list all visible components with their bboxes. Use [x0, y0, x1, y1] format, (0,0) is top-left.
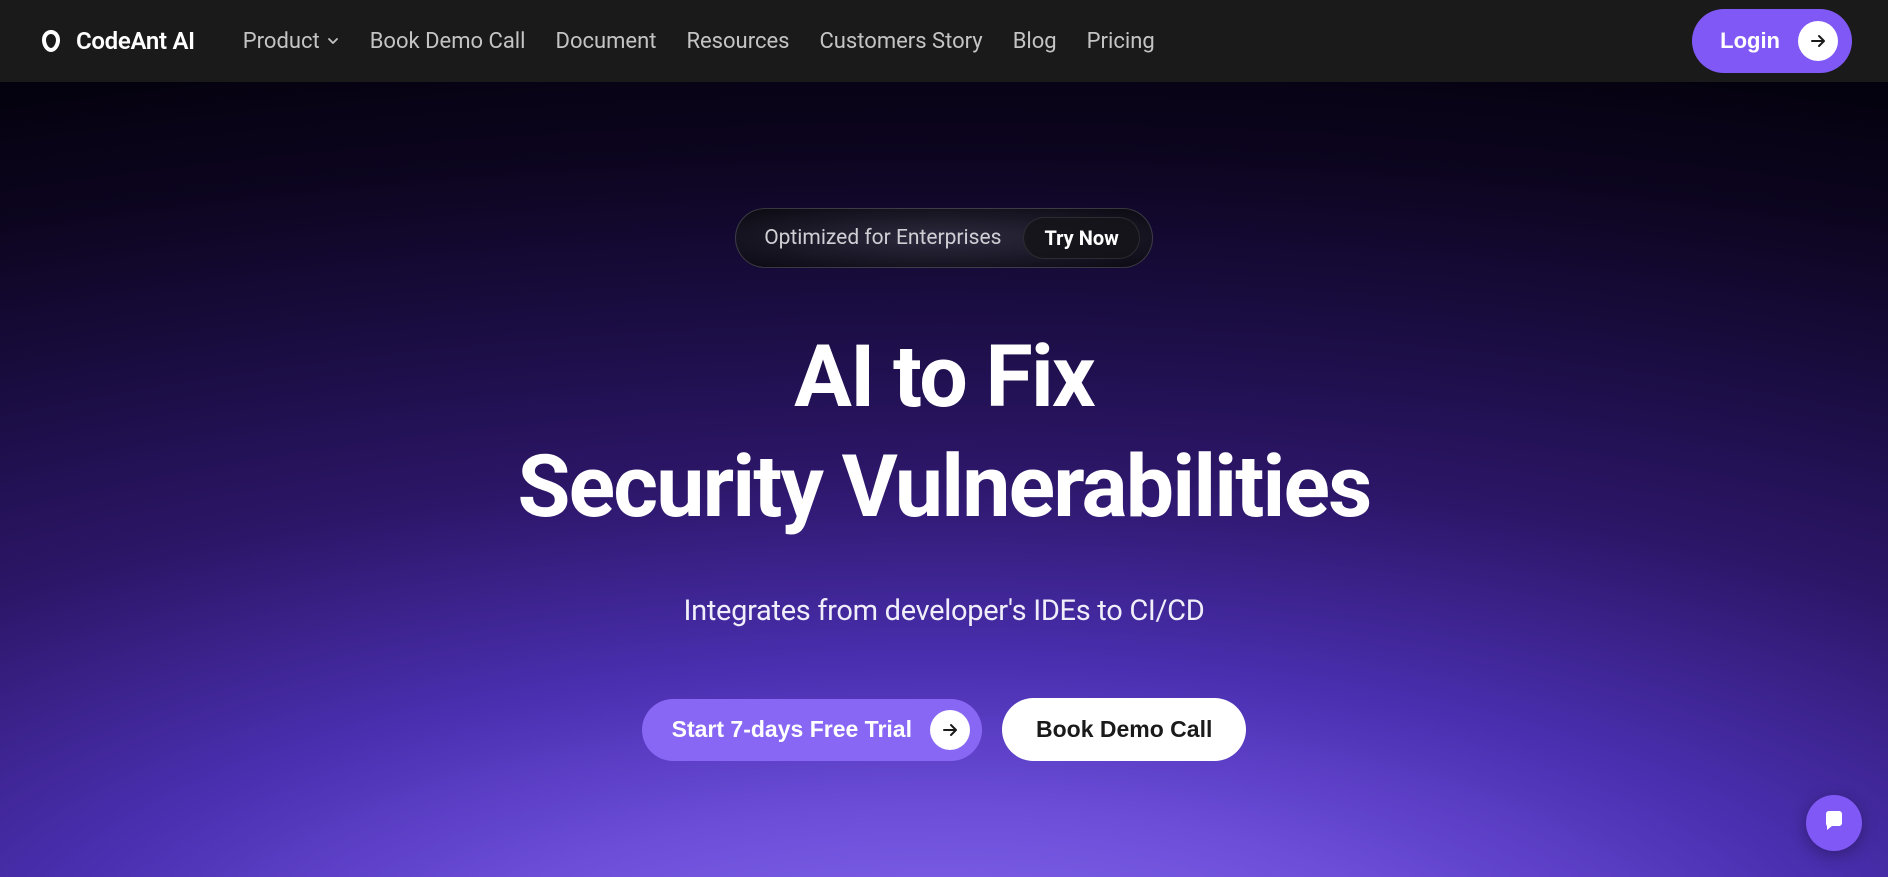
arrow-right-icon: [930, 710, 970, 750]
arrow-right-icon: [1798, 21, 1838, 61]
ant-logo-icon: [36, 26, 66, 56]
book-demo-button[interactable]: Book Demo Call: [1002, 698, 1246, 761]
chat-widget-button[interactable]: [1806, 795, 1862, 851]
try-now-badge[interactable]: Try Now: [1023, 217, 1139, 259]
nav-item-label: Book Demo Call: [370, 29, 526, 54]
nav-item-label: Pricing: [1087, 29, 1155, 54]
cta-primary-label: Start 7-days Free Trial: [672, 716, 912, 743]
headline-line-1: AI to Fix: [517, 322, 1370, 432]
nav-item-label: Blog: [1013, 29, 1057, 54]
hero-headline: AI to Fix Security Vulnerabilities: [517, 322, 1370, 542]
nav-item-label: Document: [556, 29, 657, 54]
chevron-down-icon: [326, 34, 340, 48]
nav-item-customers-story[interactable]: Customers Story: [819, 29, 982, 54]
nav-item-resources[interactable]: Resources: [686, 29, 789, 54]
enterprise-pill[interactable]: Optimized for Enterprises Try Now: [735, 208, 1153, 268]
nav-item-label: Customers Story: [819, 29, 982, 54]
nav-item-label: Product: [243, 29, 320, 54]
nav-item-pricing[interactable]: Pricing: [1087, 29, 1155, 54]
nav-items: Product Book Demo Call Document Resource…: [243, 29, 1155, 54]
nav-item-document[interactable]: Document: [556, 29, 657, 54]
brand-name: CodeAnt AI: [76, 27, 195, 55]
headline-line-2: Security Vulnerabilities: [517, 432, 1370, 542]
start-trial-button[interactable]: Start 7-days Free Trial: [642, 699, 982, 761]
login-label: Login: [1720, 28, 1780, 54]
nav-item-book-demo[interactable]: Book Demo Call: [370, 29, 526, 54]
chat-icon: [1820, 807, 1848, 839]
cta-row: Start 7-days Free Trial Book Demo Call: [642, 698, 1247, 761]
nav-item-label: Resources: [686, 29, 789, 54]
cta-secondary-label: Book Demo Call: [1036, 716, 1212, 742]
nav-item-blog[interactable]: Blog: [1013, 29, 1057, 54]
pill-text: Optimized for Enterprises: [764, 226, 1001, 250]
nav-item-product[interactable]: Product: [243, 29, 340, 54]
hero-subhead: Integrates from developer's IDEs to CI/C…: [684, 594, 1205, 628]
login-wrap: Login: [1692, 9, 1852, 73]
login-button[interactable]: Login: [1692, 9, 1852, 73]
navbar: CodeAnt AI Product Book Demo Call Docume…: [0, 0, 1888, 82]
hero-section: Optimized for Enterprises Try Now AI to …: [0, 82, 1888, 877]
brand-logo[interactable]: CodeAnt AI: [36, 26, 195, 56]
